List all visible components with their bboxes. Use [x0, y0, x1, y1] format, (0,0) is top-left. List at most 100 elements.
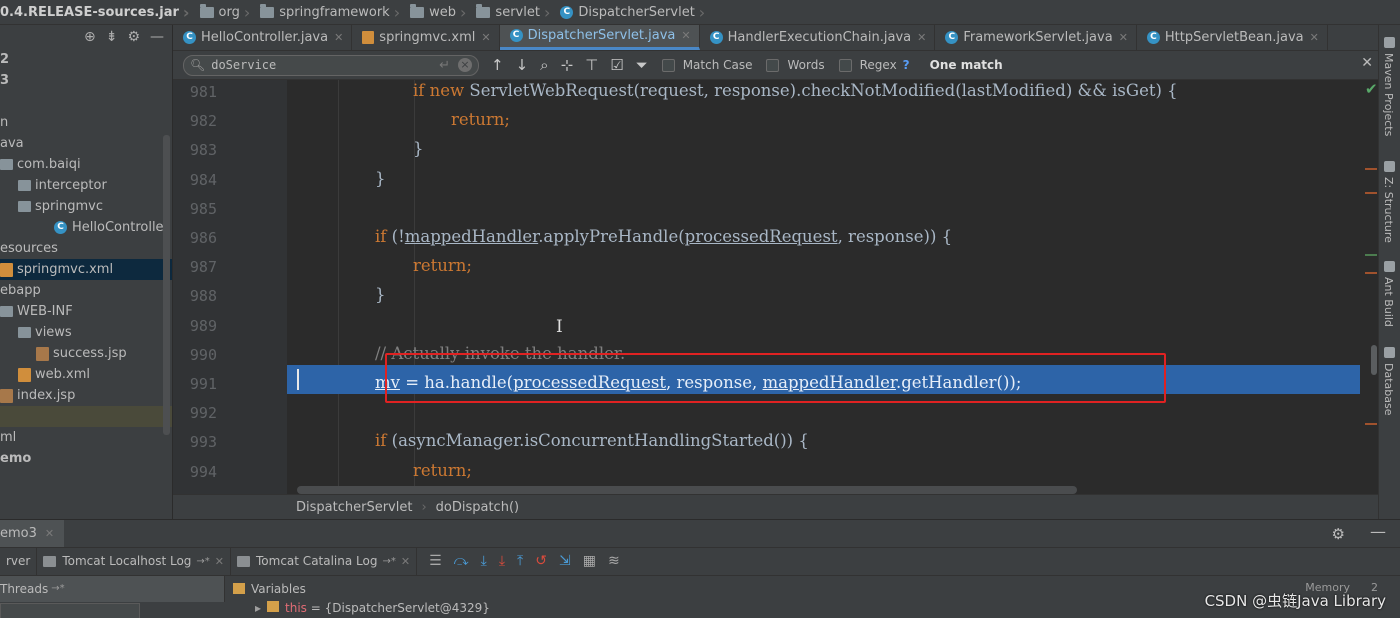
code-line[interactable]: if (!mappedHandler.applyPreHandle(proces… — [287, 222, 1378, 251]
inspection-ok-icon[interactable]: ✔ — [1365, 80, 1378, 98]
evaluate-expression-icon[interactable]: ▦ — [583, 553, 596, 569]
project-tree-item[interactable]: views — [0, 322, 172, 343]
project-tree-item[interactable]: emo — [0, 448, 172, 469]
code-line[interactable]: if new ServletWebRequest(request, respon… — [287, 80, 1378, 105]
pin-icon[interactable]: →* — [51, 583, 64, 594]
minimize-icon[interactable]: — — [1370, 522, 1386, 541]
line-number[interactable]: 981 — [183, 83, 217, 101]
code-line[interactable]: } — [287, 280, 1378, 309]
code-line[interactable]: return; — [287, 105, 1378, 134]
show-execution-point-icon[interactable]: ☰ — [429, 553, 442, 569]
code-line[interactable]: return; — [287, 456, 1378, 485]
project-tree-item[interactable]: ava — [0, 133, 172, 154]
step-into-icon[interactable]: ⤓ — [481, 553, 487, 569]
search-input[interactable] — [211, 58, 440, 72]
select-all-occurrences-icon[interactable]: ☑ — [610, 56, 623, 74]
breadcrumb-item-org[interactable]: org › — [196, 0, 257, 24]
gear-icon[interactable]: ⚙ — [127, 29, 140, 45]
project-tree-item[interactable]: springmvc.xml — [0, 259, 172, 280]
close-icon[interactable]: ✕ — [401, 555, 410, 568]
line-number[interactable]: 985 — [183, 200, 217, 218]
stripe-marker[interactable] — [1365, 168, 1377, 170]
editor-tab[interactable]: C DispatcherServlet.java ✕ — [499, 25, 700, 50]
project-tree-item[interactable]: ml — [0, 427, 172, 448]
line-number[interactable]: 990 — [183, 346, 217, 364]
editor-tab[interactable]: C HelloController.java ✕ — [173, 25, 353, 50]
variables-tab[interactable]: Variables — [225, 582, 306, 596]
threads-tab[interactable]: Threads →* — [0, 575, 225, 602]
regex-help-link[interactable]: ? — [903, 58, 910, 72]
project-tree-item[interactable]: index.jsp — [0, 385, 172, 406]
step-out-icon[interactable]: ⤒ — [517, 553, 523, 569]
find-all-icon[interactable]: ⌕ — [540, 56, 548, 74]
project-tree-item[interactable]: success.jsp — [0, 343, 172, 364]
line-number-gutter[interactable]: 981 982 983 984 985 986 987 988 989 990 991 992 993 9… — [173, 80, 287, 494]
footer-method-crumb[interactable]: doDispatch() — [436, 500, 519, 515]
debug-session-tab[interactable]: emo3 ✕ — [0, 520, 65, 547]
code-line[interactable]: if (asyncManager.isConcurrentHandlingSta… — [287, 426, 1378, 455]
line-number[interactable]: 993 — [183, 433, 217, 451]
breadcrumb-item-web[interactable]: web › — [406, 0, 472, 24]
force-step-into-icon[interactable]: ⤓ — [499, 553, 505, 569]
project-tree-item[interactable] — [0, 91, 172, 112]
close-icon[interactable]: ✕ — [917, 31, 926, 44]
line-number[interactable]: 987 — [183, 258, 217, 276]
tab-tomcat-localhost-log[interactable]: Tomcat Localhost Log →* ✕ — [37, 547, 232, 575]
search-icon[interactable]: 🔍︎ — [190, 58, 205, 72]
database-tool[interactable]: Database — [1382, 363, 1395, 416]
project-tree-item[interactable]: C HelloController — [0, 217, 172, 238]
breadcrumb-item-dispatcherservlet[interactable]: C DispatcherServlet › — [556, 0, 711, 24]
next-occurrence-icon[interactable]: ↓ — [516, 56, 529, 74]
line-number[interactable]: 989 — [183, 317, 217, 335]
breadcrumb-item-springframework[interactable]: springframework › — [256, 0, 406, 24]
close-icon[interactable]: ✕ — [215, 555, 224, 568]
hide-panel-icon[interactable]: — — [150, 29, 164, 45]
close-icon[interactable]: ✕ — [334, 31, 343, 44]
project-scrollbar[interactable] — [163, 135, 170, 435]
project-tree-item[interactable]: interceptor — [0, 175, 172, 196]
add-selection-icon[interactable]: ⊹ — [561, 56, 574, 74]
close-icon[interactable]: ✕ — [681, 29, 690, 42]
close-icon[interactable]: ✕ — [1310, 31, 1319, 44]
stripe-marker[interactable] — [1365, 272, 1377, 274]
editor-tab[interactable]: springmvc.xml ✕ — [352, 25, 500, 50]
code-line[interactable]: } — [287, 164, 1378, 193]
editor-tab[interactable]: C HandlerExecutionChain.java ✕ — [700, 25, 936, 50]
project-tree-item[interactable]: springmvc — [0, 196, 172, 217]
close-icon[interactable]: ✕ — [1361, 55, 1373, 71]
breadcrumb-item-servlet[interactable]: servlet › — [472, 0, 556, 24]
words-checkbox[interactable]: Words — [766, 58, 825, 72]
line-number[interactable]: 986 — [183, 229, 217, 247]
line-number[interactable]: 988 — [183, 287, 217, 305]
step-over-icon[interactable]: ⤼ — [454, 553, 469, 569]
ant-build-tool[interactable]: Ant Build — [1382, 277, 1395, 327]
editor-tab[interactable]: C FrameworkServlet.java ✕ — [935, 25, 1137, 50]
editor-tab[interactable]: C HttpServletBean.java ✕ — [1137, 25, 1328, 50]
project-tree-item[interactable]: n — [0, 112, 172, 133]
horizontal-scrollbar[interactable] — [297, 486, 1077, 494]
gear-icon[interactable]: ⚙ — [1332, 525, 1345, 543]
locate-target-icon[interactable]: ⊕ — [84, 29, 96, 45]
remove-selection-icon[interactable]: ⊤ — [585, 56, 598, 74]
drop-frame-icon[interactable]: ↺ — [535, 553, 547, 569]
footer-class-crumb[interactable]: DispatcherServlet — [173, 500, 412, 515]
variable-this[interactable]: ▸ this = {DispatcherServlet@4329} — [255, 601, 490, 615]
trace-icon[interactable]: ≋ — [608, 553, 620, 569]
frame-selector[interactable] — [0, 603, 140, 618]
tab-tomcat-catalina-log[interactable]: Tomcat Catalina Log →* ✕ — [231, 547, 418, 575]
close-icon[interactable]: ✕ — [481, 31, 490, 44]
line-number[interactable]: 992 — [183, 404, 217, 422]
maven-projects-tool[interactable]: Maven Projects — [1382, 53, 1395, 136]
structure-tool[interactable]: Z: Structure — [1382, 177, 1395, 243]
stripe-marker[interactable] — [1365, 423, 1377, 425]
line-number[interactable]: 984 — [183, 171, 217, 189]
new-line-icon[interactable]: ↵ — [439, 58, 450, 73]
pin-icon[interactable]: →* — [382, 556, 395, 567]
project-tree-item[interactable]: 3 — [0, 70, 172, 91]
line-number[interactable]: 983 — [183, 141, 217, 159]
expand-icon[interactable]: ▸ — [255, 601, 261, 615]
editor-scroll-thumb[interactable] — [1371, 345, 1377, 375]
project-tree-item[interactable]: esources — [0, 238, 172, 259]
project-tree-item[interactable]: ebapp — [0, 280, 172, 301]
project-tree-item[interactable]: 2 — [0, 49, 172, 70]
